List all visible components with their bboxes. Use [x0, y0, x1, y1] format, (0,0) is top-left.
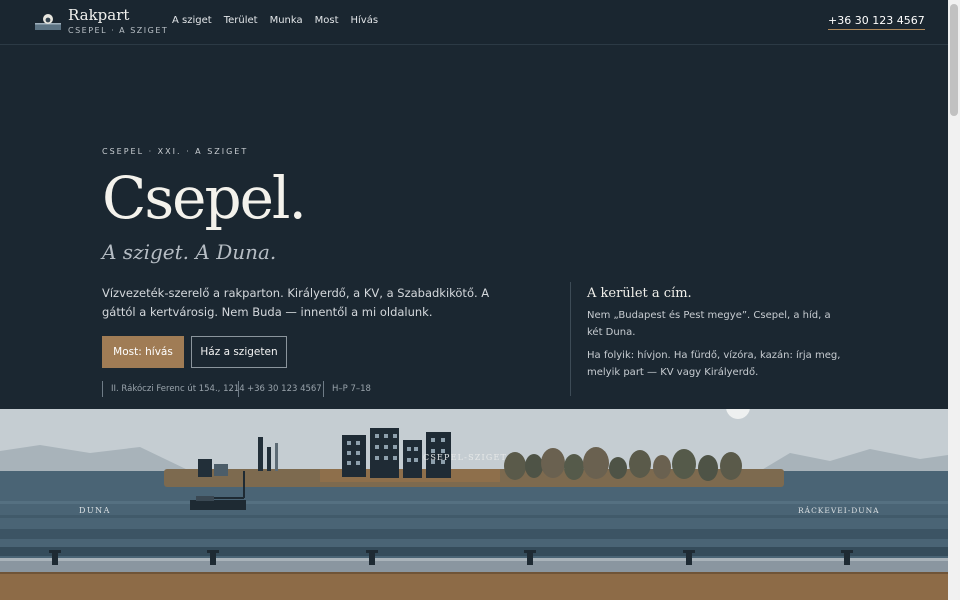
rackevei-duna-label: RÁCKEVEI-DUNA	[798, 506, 880, 515]
header-phone-link[interactable]: +36 30 123 4567	[828, 14, 925, 30]
brand-name[interactable]: Rakpart	[68, 6, 129, 24]
main-nav: A sziget Terület Munka Most Hívás	[172, 15, 378, 26]
aside-paragraph-2: Ha folyik: hívjon. Ha fürdő, vízóra, kaz…	[587, 350, 841, 378]
water-band	[0, 547, 948, 556]
house-on-island-button[interactable]: Ház a szigeten	[191, 336, 287, 368]
call-now-button[interactable]: Most: hívás	[102, 336, 184, 368]
address-meta: II. Rákóczi Ferenc út 154., 1214	[102, 381, 245, 397]
nav-link-a-sziget[interactable]: A sziget	[172, 15, 212, 26]
island-illustration: CSEPEL-SZIGET DUNA RÁCKEVEI-DUNA	[0, 409, 948, 600]
water-band	[0, 529, 948, 539]
aside-paragraph-1: Nem „Budapest és Pest megye”. Csepel, a …	[587, 310, 831, 338]
quay-edge	[0, 572, 948, 574]
nav-link-most[interactable]: Most	[315, 15, 339, 26]
nav-link-munka[interactable]: Munka	[270, 15, 303, 26]
barge	[190, 500, 246, 510]
quay-ground	[0, 572, 948, 600]
hero-title: Csepel.	[102, 164, 307, 232]
hero-tagline: A sziget. A Duna.	[102, 240, 277, 264]
aside-heading: A kerület a cím.	[587, 286, 692, 301]
water-band	[0, 501, 948, 504]
barge-cabin	[196, 496, 214, 501]
nav-link-terulet[interactable]: Terület	[224, 15, 258, 26]
embankment-top	[0, 558, 948, 561]
duna-label: DUNA	[79, 506, 111, 515]
hero-lead: Vízvezeték-szerelő a rakparton. Királyer…	[102, 286, 490, 319]
phone-meta[interactable]: +36 30 123 4567	[238, 381, 322, 397]
nav-link-hivas[interactable]: Hívás	[351, 15, 379, 26]
hours-meta: H–P 7–18	[323, 381, 371, 397]
hero-kicker: CSEPEL · XXI. · A SZIGET	[102, 147, 249, 156]
logo-icon[interactable]	[35, 12, 61, 30]
scrollbar-thumb[interactable]	[950, 4, 958, 116]
top-navbar: Rakpart CSEPEL · A SZIGET A sziget Terül…	[0, 0, 948, 45]
district-aside: A kerület a cím. Nem „Budapest és Pest m…	[570, 282, 847, 396]
island-label: CSEPEL-SZIGET	[423, 453, 507, 462]
brand-tagline: CSEPEL · A SZIGET	[68, 26, 169, 35]
water-band	[0, 515, 948, 518]
